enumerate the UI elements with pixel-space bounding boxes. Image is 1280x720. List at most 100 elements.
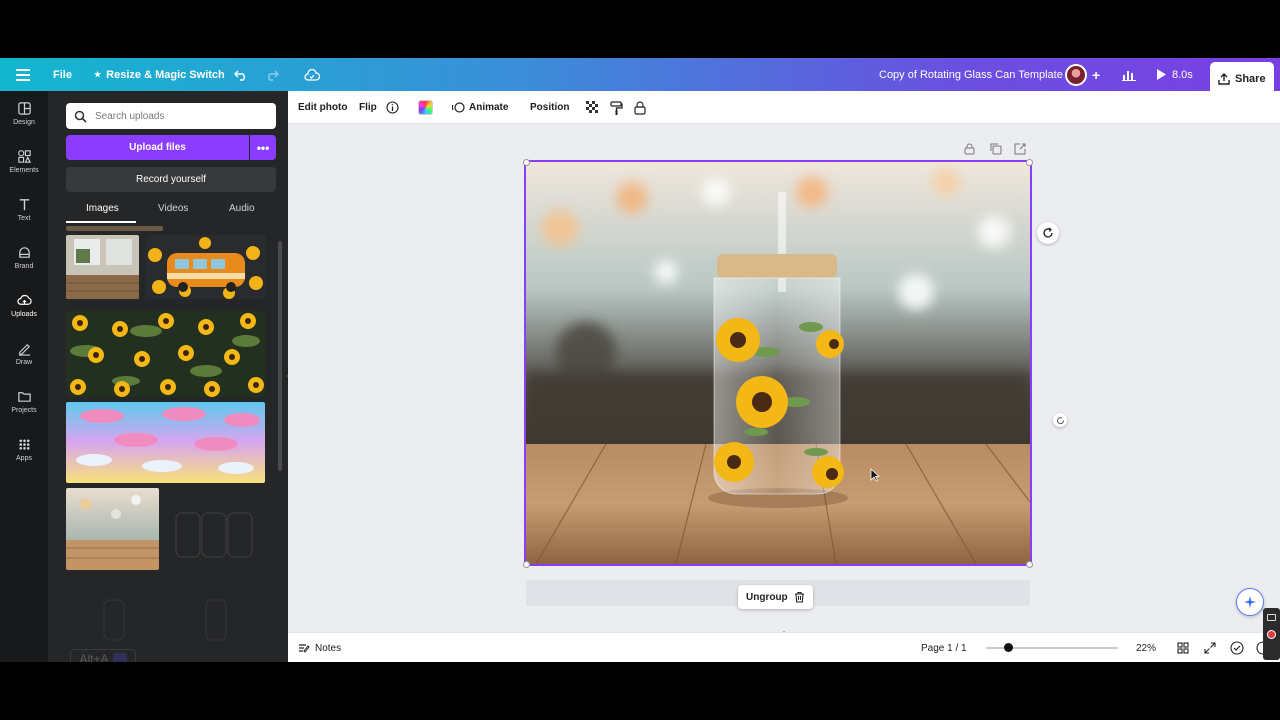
tab-videos[interactable]: Videos <box>158 203 188 214</box>
color-picker-icon[interactable] <box>418 91 433 124</box>
active-tab-indicator <box>66 221 136 223</box>
bottom-bar: Notes Page 1 / 1 22% <box>288 632 1280 662</box>
play-button[interactable]: 8.0s <box>1156 58 1193 91</box>
trash-icon[interactable] <box>794 591 805 603</box>
assistant-icon <box>112 653 127 662</box>
lock-page-icon[interactable] <box>964 142 975 160</box>
tab-audio[interactable]: Audio <box>229 203 255 214</box>
rail-label: Elements <box>9 166 39 174</box>
shortcut-hint: Alt+A <box>70 649 136 662</box>
ungroup-button[interactable]: Ungroup <box>738 585 813 609</box>
duration-label: 8.0s <box>1172 68 1193 81</box>
upload-thumbnail[interactable] <box>174 511 254 559</box>
upload-thumbnail[interactable] <box>204 596 228 644</box>
magic-assistant-button[interactable] <box>1236 588 1264 616</box>
rail-label: Design <box>13 118 35 126</box>
uploads-icon <box>16 294 32 305</box>
rail-item-draw[interactable]: Draw <box>0 331 48 375</box>
undo-icon[interactable] <box>234 58 248 91</box>
upload-thumbnail[interactable] <box>66 311 265 397</box>
rail-item-uploads[interactable]: Uploads <box>0 283 48 327</box>
refresh-icon[interactable] <box>1053 413 1067 427</box>
projects-icon <box>17 391 31 402</box>
resize-handle[interactable] <box>523 159 530 166</box>
rail-item-design[interactable]: Design <box>0 91 48 135</box>
add-page-icon[interactable] <box>1014 142 1026 160</box>
upload-files-button[interactable]: Upload files <box>66 135 249 160</box>
context-toolbar: Edit photo Flip Animate Position <box>288 91 1280 124</box>
tab-images[interactable]: Images <box>86 203 119 214</box>
upload-thumbnail[interactable] <box>66 402 265 483</box>
resize-handle[interactable] <box>1026 561 1033 568</box>
screen-recorder-widget[interactable] <box>1263 608 1280 660</box>
rail-label: Apps <box>16 454 32 462</box>
search-box[interactable]: Search uploads <box>66 103 276 129</box>
zoom-level[interactable]: 22% <box>1136 633 1156 662</box>
design-page[interactable] <box>524 160 1032 566</box>
animate-button[interactable]: Animate <box>452 91 508 124</box>
redo-icon[interactable] <box>265 58 279 91</box>
rail-label: Uploads <box>11 310 37 318</box>
rail-item-projects[interactable]: Projects <box>0 379 48 423</box>
lock-icon[interactable] <box>634 91 646 124</box>
add-collaborator-icon[interactable]: + <box>1092 58 1100 91</box>
crown-icon: ★ <box>94 70 102 79</box>
draw-icon <box>18 343 30 356</box>
notes-button[interactable]: Notes <box>298 633 341 662</box>
cloud-saved-icon[interactable] <box>304 58 320 91</box>
position-button[interactable]: Position <box>530 91 569 124</box>
resize-handle[interactable] <box>523 561 530 568</box>
sparkle-icon <box>1244 596 1256 608</box>
analytics-icon[interactable] <box>1122 58 1136 91</box>
ungroup-label: Ungroup <box>746 591 788 603</box>
rotate-button[interactable] <box>1037 222 1059 244</box>
resize-label: Resize & Magic Switch <box>106 68 225 81</box>
upload-thumbnail[interactable] <box>66 235 139 299</box>
scroll-thumb[interactable] <box>278 241 282 471</box>
record-yourself-button[interactable]: Record yourself <box>66 167 276 192</box>
rail-item-brand[interactable]: Brand <box>0 235 48 279</box>
top-bar: File ★ Resize & Magic Switch Copy of Rot… <box>0 58 1280 95</box>
resize-magic-switch-button[interactable]: ★ Resize & Magic Switch <box>94 58 225 91</box>
camera-icon <box>1267 614 1276 621</box>
flip-button[interactable]: Flip <box>359 91 377 124</box>
animate-label: Animate <box>469 102 509 113</box>
upload-thumbnail[interactable] <box>145 235 266 299</box>
grid-view-icon[interactable] <box>1177 633 1189 662</box>
avatar[interactable] <box>1065 58 1087 91</box>
canvas-area: Ungroup <box>288 124 1280 636</box>
paint-roller-icon[interactable] <box>610 91 623 124</box>
design-icon <box>17 101 31 115</box>
rail-label: Brand <box>14 262 34 270</box>
document-title[interactable]: Copy of Rotating Glass Can Template <box>879 58 1063 91</box>
upload-thumbnail[interactable] <box>66 226 163 231</box>
zoom-slider-knob[interactable] <box>1003 643 1013 652</box>
fullscreen-icon[interactable] <box>1204 633 1216 662</box>
page-indicator[interactable]: Page 1 / 1 <box>921 633 967 662</box>
notes-label: Notes <box>315 642 342 654</box>
panel-scrollbar[interactable] <box>277 231 283 656</box>
check-circle-icon[interactable] <box>1230 633 1244 662</box>
rotate-icon <box>1043 227 1053 238</box>
mouse-cursor-icon <box>870 468 881 487</box>
duplicate-page-icon[interactable] <box>990 142 1002 160</box>
upload-thumbnail[interactable] <box>102 596 126 644</box>
edit-photo-button[interactable]: Edit photo <box>298 91 347 124</box>
search-input[interactable]: Search uploads <box>95 111 165 122</box>
upload-thumbnail[interactable] <box>66 488 159 570</box>
brand-icon <box>18 246 30 258</box>
file-menu[interactable]: File <box>53 58 72 91</box>
transparency-icon[interactable] <box>586 91 599 124</box>
glass-can-mockup-image[interactable] <box>526 162 1030 564</box>
shortcut-label: Alt+A <box>79 652 109 662</box>
more-options-icon[interactable]: ••• <box>250 135 276 160</box>
notes-icon <box>299 643 310 653</box>
menu-icon[interactable] <box>16 58 30 91</box>
left-rail: Design Elements Text Brand Uploads Draw … <box>0 91 48 662</box>
info-icon[interactable] <box>386 91 399 124</box>
rail-item-apps[interactable]: Apps <box>0 427 48 471</box>
media-tabs: Images Videos Audio <box>66 199 276 223</box>
rail-item-elements[interactable]: Elements <box>0 139 48 183</box>
resize-handle[interactable] <box>1026 159 1033 166</box>
rail-item-text[interactable]: Text <box>0 187 48 231</box>
